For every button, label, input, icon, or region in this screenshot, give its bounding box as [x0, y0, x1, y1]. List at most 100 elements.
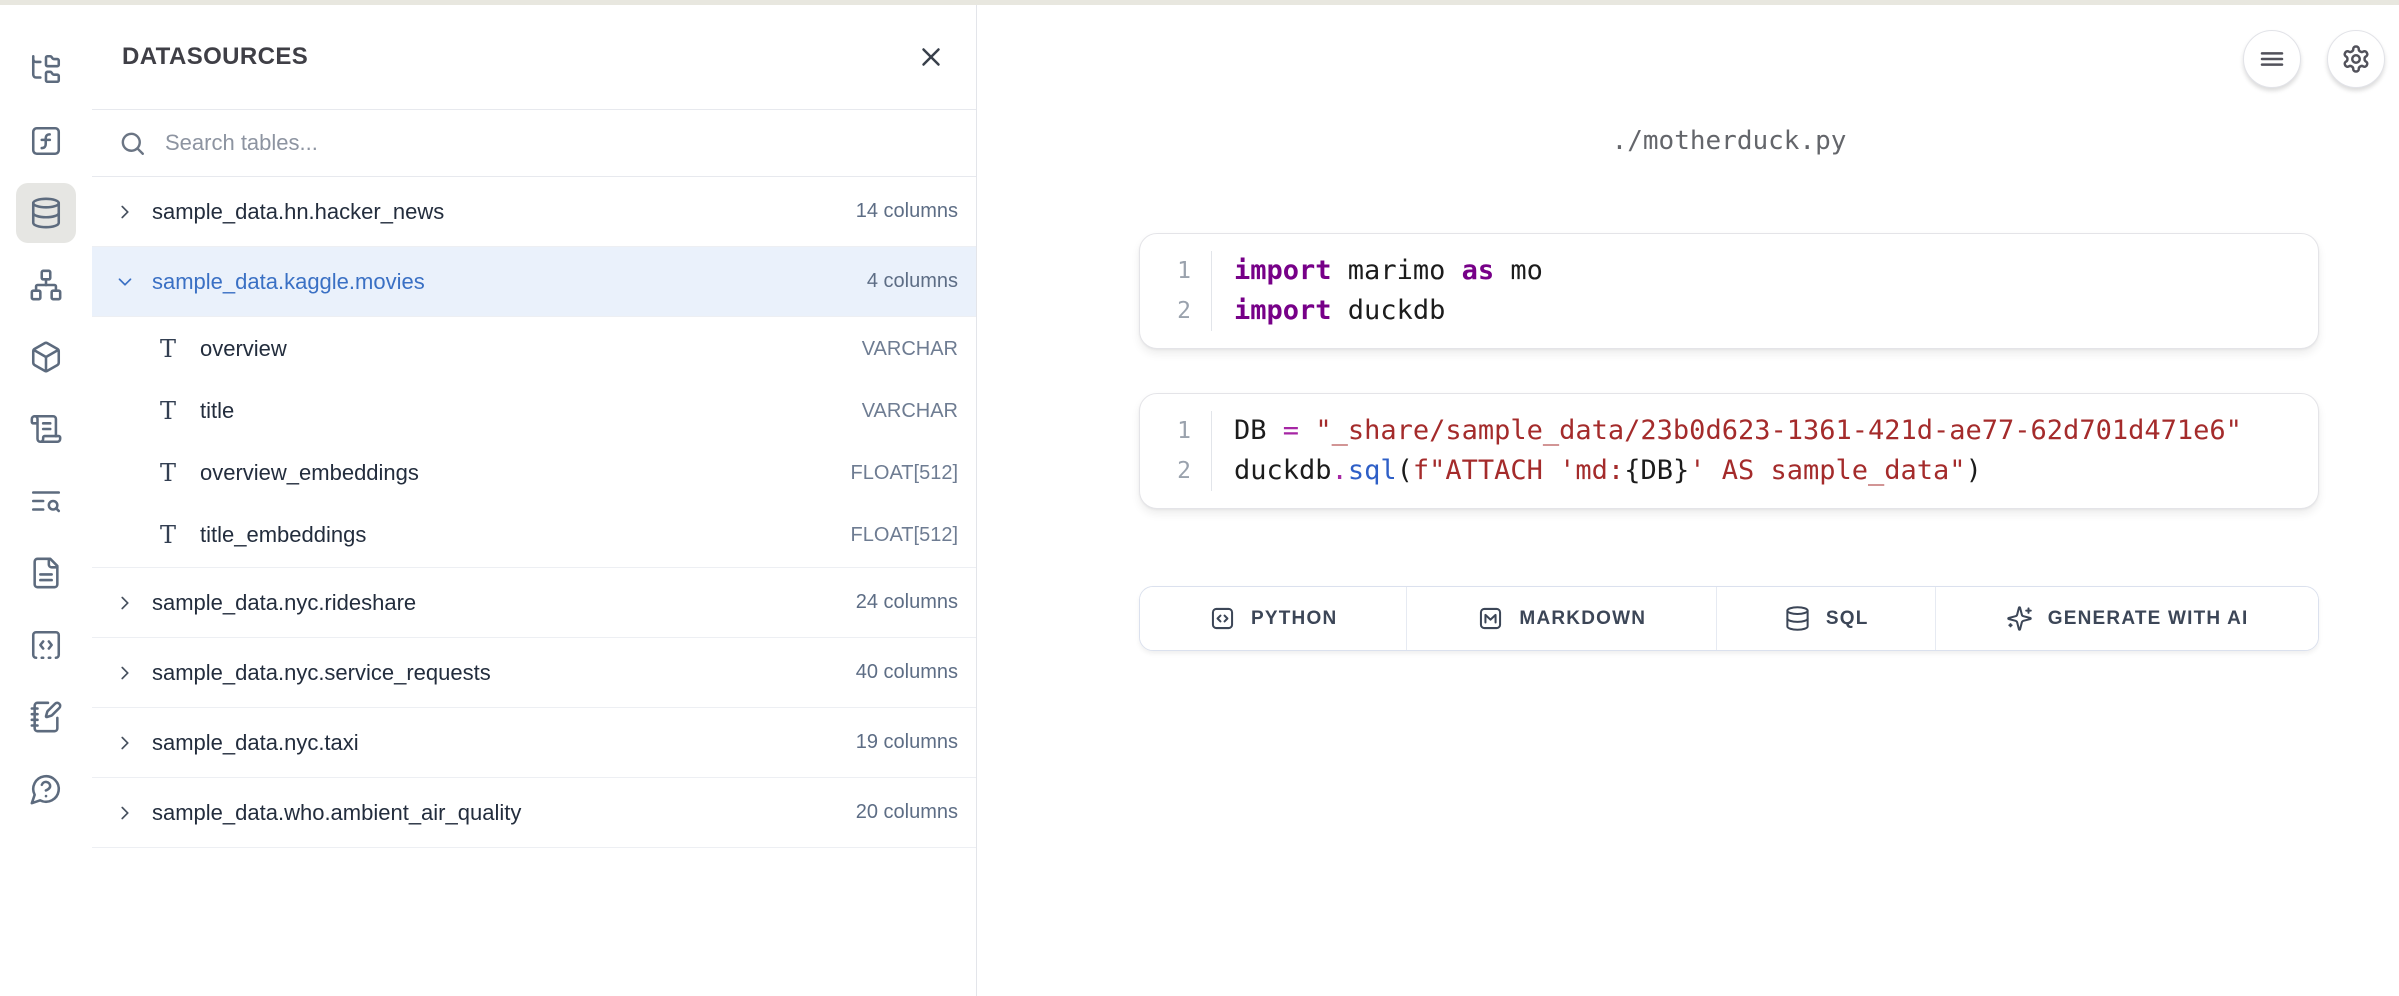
rail-button-logs-scroll[interactable]	[16, 399, 76, 459]
chevron-right-icon	[114, 662, 136, 684]
close-panel-button[interactable]	[916, 42, 946, 72]
search-input[interactable]	[165, 130, 950, 156]
rail-button-snippets-code[interactable]	[16, 615, 76, 675]
column-datatype: FLOAT[512]	[851, 524, 958, 547]
column-datatype: VARCHAR	[862, 400, 958, 423]
add-cell-button-row: PYTHON MARKDOWN SQL GENERATE WITH AI	[1139, 586, 2319, 651]
code-line: 2import duckdb	[1140, 291, 2318, 331]
add-cell-generate-with-ai-button[interactable]: GENERATE WITH AI	[1936, 587, 2318, 650]
table-search-row	[92, 110, 976, 177]
rail-button-text-search[interactable]	[16, 471, 76, 531]
code-line: 1DB = "_share/sample_data/23b0d623-1361-…	[1140, 411, 2318, 451]
panel-title: DATASOURCES	[122, 43, 308, 71]
rail-button-function-square[interactable]	[16, 111, 76, 171]
app-root: DATASOURCES sample_data.hn.hacker_news14…	[0, 5, 2399, 996]
column-name: title	[200, 398, 234, 424]
notebook-filename: ./motherduck.py	[1139, 126, 2319, 156]
rail-button-package[interactable]	[16, 327, 76, 387]
add-cell-button-label: MARKDOWN	[1519, 608, 1646, 630]
line-number: 2	[1140, 451, 1212, 491]
help-chat-icon	[29, 772, 63, 806]
add-cell-python-button[interactable]: PYTHON	[1140, 587, 1407, 650]
rail-button-file-text[interactable]	[16, 543, 76, 603]
rail-button-folder-tree[interactable]	[16, 39, 76, 99]
table-column-count: 14 columns	[856, 200, 958, 223]
notebook-topbar	[2243, 30, 2385, 88]
chevron-right-icon	[114, 732, 136, 754]
dependency-graph-icon	[29, 268, 63, 302]
table-row[interactable]: sample_data.hn.hacker_news 14 columns	[92, 177, 976, 247]
column-row[interactable]: Toverview VARCHAR	[92, 318, 976, 380]
code-square-icon	[1209, 605, 1236, 632]
table-column-count: 4 columns	[867, 270, 958, 293]
table-row[interactable]: sample_data.who.ambient_air_quality 20 co…	[92, 778, 976, 848]
column-datatype: FLOAT[512]	[851, 462, 958, 485]
table-column-count: 20 columns	[856, 801, 958, 824]
column-group: Toverview VARCHAR Ttitle VARCHAR Toverview_e…	[92, 317, 976, 568]
notebook-menu-button[interactable]	[2243, 30, 2301, 88]
add-cell-button-label: GENERATE WITH AI	[2048, 608, 2249, 630]
gear-icon	[2341, 44, 2371, 74]
table-name: sample_data.nyc.rideshare	[152, 590, 416, 616]
table-row[interactable]: sample_data.nyc.service_requests 40 colum…	[92, 638, 976, 708]
add-cell-button-label: SQL	[1826, 608, 1869, 630]
table-column-count: 40 columns	[856, 661, 958, 684]
file-text-icon	[29, 556, 63, 590]
table-column-count: 19 columns	[856, 731, 958, 754]
column-type-text-icon: T	[156, 335, 180, 363]
table-name: sample_data.kaggle.movies	[152, 269, 425, 295]
search-icon	[118, 129, 147, 158]
code-line: 1import marimo as mo	[1140, 251, 2318, 291]
rail-button-help-chat[interactable]	[16, 759, 76, 819]
line-number: 2	[1140, 291, 1212, 331]
column-name: overview	[200, 336, 287, 362]
column-row[interactable]: Ttitle_embeddingsFLOAT[512]	[92, 504, 976, 566]
chevron-down-icon	[114, 271, 136, 293]
add-cell-sql-button[interactable]: SQL	[1717, 587, 1936, 650]
rail-button-dependency-graph[interactable]	[16, 255, 76, 315]
column-type-text-icon: T	[156, 397, 180, 425]
table-name: sample_data.nyc.taxi	[152, 730, 359, 756]
cells-container: 1import marimo as mo2import duckdb1DB = …	[1139, 233, 2319, 509]
column-row[interactable]: Toverview_embeddings FLOAT[512]	[92, 442, 976, 504]
table-row[interactable]: sample_data.kaggle.movies 4 columns	[92, 247, 976, 317]
notebook-pen-icon	[29, 700, 63, 734]
table-list: sample_data.hn.hacker_news14 columnssamp…	[92, 177, 976, 996]
package-icon	[29, 340, 63, 374]
function-square-icon	[29, 124, 63, 158]
code-text: import marimo as mo	[1212, 251, 1543, 291]
add-cell-markdown-button[interactable]: MARKDOWN	[1407, 587, 1717, 650]
chevron-right-icon	[114, 802, 136, 824]
code-text: DB = "_share/sample_data/23b0d623-1361-4…	[1212, 411, 2242, 451]
table-row[interactable]: sample_data.nyc.taxi 19 columns	[92, 708, 976, 778]
code-text: duckdb.sql(f"ATTACH 'md:{DB}' AS sample_…	[1212, 451, 1982, 491]
column-name: overview_embeddings	[200, 460, 419, 486]
column-type-text-icon: T	[156, 459, 180, 487]
code-cell-editor[interactable]: 1import marimo as mo2import duckdb	[1139, 233, 2319, 349]
chevron-right-icon	[114, 592, 136, 614]
table-row[interactable]: sample_data.nyc.rideshare 24 columns	[92, 568, 976, 638]
left-icon-rail	[0, 5, 92, 996]
code-cell-editor[interactable]: 1DB = "_share/sample_data/23b0d623-1361-…	[1139, 393, 2319, 509]
rail-button-database[interactable]	[16, 183, 76, 243]
folder-tree-icon	[29, 52, 63, 86]
column-type-text-icon: T	[156, 521, 180, 549]
column-datatype: VARCHAR	[862, 338, 958, 361]
datasources-panel-header: DATASOURCES	[92, 5, 976, 110]
database-icon	[29, 196, 63, 230]
rail-button-notebook-pen[interactable]	[16, 687, 76, 747]
table-name: sample_data.nyc.service_requests	[152, 660, 491, 686]
sparkles-icon	[2006, 605, 2033, 632]
table-column-count: 24 columns	[856, 591, 958, 614]
table-name: sample_data.who.ambient_air_quality	[152, 800, 521, 826]
notebook-main: ./motherduck.py 1import marimo as mo2imp…	[977, 5, 2399, 996]
table-name: sample_data.hn.hacker_news	[152, 199, 444, 225]
settings-button[interactable]	[2327, 30, 2385, 88]
chevron-right-icon	[114, 201, 136, 223]
logs-scroll-icon	[29, 412, 63, 446]
column-row[interactable]: Ttitle VARCHAR	[92, 380, 976, 442]
add-cell-button-label: PYTHON	[1251, 608, 1337, 630]
line-number: 1	[1140, 251, 1212, 291]
database-icon	[1784, 605, 1811, 632]
notebook-content-column: ./motherduck.py 1import marimo as mo2imp…	[1139, 126, 2319, 651]
